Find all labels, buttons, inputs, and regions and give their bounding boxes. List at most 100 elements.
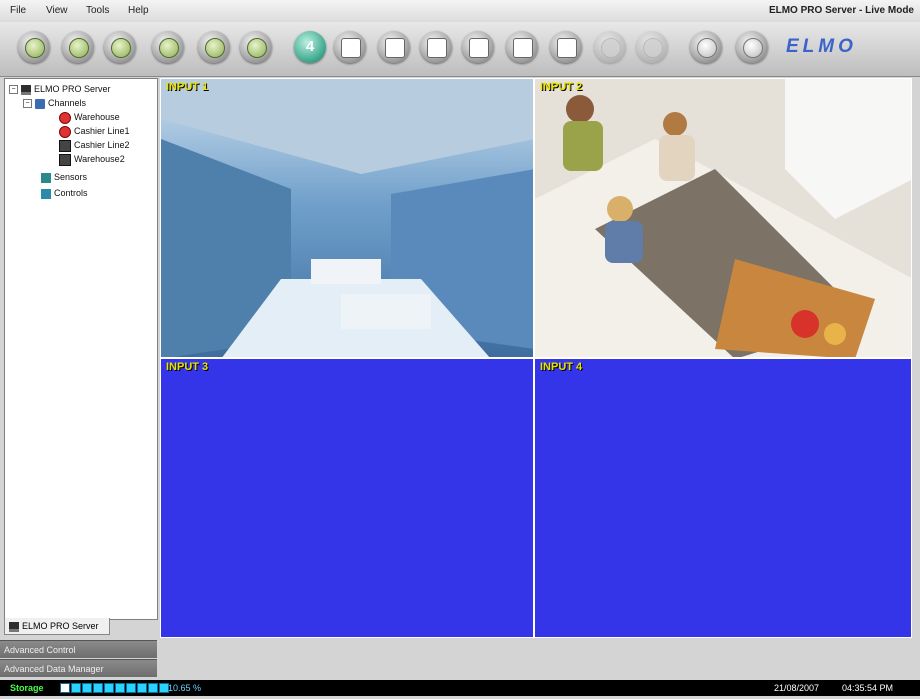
elmo-logo: ELMO [786, 36, 857, 57]
grid-icon [469, 38, 489, 58]
layout-10-button[interactable] [420, 31, 452, 63]
storage-meter [60, 683, 170, 693]
tree-root[interactable]: − ELMO PRO Server [9, 83, 111, 96]
menu-file[interactable]: File [10, 5, 26, 16]
tab-elmo-pro-server[interactable]: ELMO PRO Server [4, 618, 110, 635]
tree-root-label: ELMO PRO Server [34, 84, 111, 94]
grid-icon [427, 38, 447, 58]
tree-channel-warehouse2[interactable]: Warehouse2 [59, 153, 125, 166]
tree-channel-warehouse[interactable]: Warehouse [59, 111, 120, 124]
record-icon [247, 38, 267, 58]
layout-4-label: 4 [305, 38, 315, 55]
tree-channel-label: Warehouse2 [74, 154, 125, 164]
menu-bar: File View Tools Help ELMO PRO Server - L… [0, 0, 920, 23]
panel-advanced-control[interactable]: Advanced Control [0, 640, 157, 658]
storage-segment [115, 683, 125, 693]
collapse-icon[interactable]: − [9, 85, 18, 95]
side-tab-label: ELMO PRO Server [22, 621, 99, 631]
tree-channel-label: Cashier Line1 [74, 126, 130, 136]
layout-4-button[interactable]: 4 [294, 31, 326, 63]
video-cell-label: INPUT 2 [540, 81, 583, 93]
warning-icon [205, 38, 225, 58]
alarm-button[interactable] [198, 31, 230, 63]
tree-channels-label: Channels [48, 98, 87, 108]
gear-icon [111, 38, 131, 58]
toolbar: 4 [0, 22, 920, 77]
video-cell-2[interactable]: INPUT 2 [534, 78, 912, 358]
ptz-move-button[interactable] [690, 31, 722, 63]
warehouse-camera-feed [161, 79, 533, 357]
sensor-icon [41, 172, 51, 183]
video-cell-label: INPUT 3 [166, 361, 209, 373]
target-icon [743, 38, 763, 58]
status-bar: Storage 10.65 % 21/08/2007 04:35:54 PM [0, 680, 920, 696]
storage-percent: 10.65 % [168, 683, 202, 693]
device-tree: − ELMO PRO Server − Channels Warehouse Cas… [4, 78, 158, 620]
storage-segment [60, 683, 70, 693]
camera-button[interactable] [18, 31, 50, 63]
menu-tools[interactable]: Tools [86, 5, 109, 16]
grid-icon [385, 38, 405, 58]
tree-channel-label: Cashier Line2 [74, 140, 130, 150]
menu-view[interactable]: View [46, 5, 68, 16]
camera-icon [25, 38, 45, 58]
storage-segment [71, 683, 81, 693]
video-cell-label: INPUT 1 [166, 81, 209, 93]
layout-6-button[interactable] [334, 31, 366, 63]
video-cell-3[interactable]: INPUT 3 [160, 358, 534, 638]
window-title: ELMO PRO Server - Live Mode [768, 5, 914, 16]
checkout-camera-feed [535, 79, 911, 357]
camera-recording-icon [59, 125, 71, 138]
video-cell-label: INPUT 4 [540, 361, 583, 373]
status-date: 21/08/2007 [774, 683, 820, 693]
grid-icon [557, 38, 577, 58]
settings-button[interactable] [104, 31, 136, 63]
server-icon [9, 621, 19, 632]
menu-help[interactable]: Help [128, 5, 149, 16]
layout-9-button[interactable] [378, 31, 410, 63]
tree-sensors-label: Sensors [54, 172, 88, 182]
server-icon [21, 84, 31, 95]
tree-controls[interactable]: Controls [41, 187, 88, 200]
storage-segment [82, 683, 92, 693]
lock-icon [159, 38, 179, 58]
tree-channel-label: Warehouse [74, 112, 120, 122]
tree-sensors[interactable]: Sensors [41, 171, 87, 184]
grid-icon [341, 38, 361, 58]
camera-icon [59, 139, 71, 152]
storage-segment [104, 683, 114, 693]
storage-segment [148, 683, 158, 693]
storage-segment [126, 683, 136, 693]
folder-icon [35, 98, 45, 109]
layout-13-button[interactable] [462, 31, 494, 63]
video-cell-4[interactable]: INPUT 4 [534, 358, 912, 638]
ptz-zoom-button[interactable] [736, 31, 768, 63]
disabled-button-2 [636, 31, 668, 63]
blank-icon [643, 38, 663, 58]
video-cell-1[interactable]: INPUT 1 [160, 78, 534, 358]
grid-icon [513, 38, 533, 58]
video-grid: INPUT 1 INPUT 2 INPUT 3 INPUT 4 [160, 78, 912, 638]
disabled-button-1 [594, 31, 626, 63]
tree-controls-label: Controls [54, 188, 88, 198]
camera-recording-icon [59, 111, 71, 124]
collapse-icon[interactable]: − [23, 99, 32, 109]
storage-segment [93, 683, 103, 693]
storage-label: Storage [10, 683, 44, 693]
tree-channel-cashier-line1[interactable]: Cashier Line1 [59, 125, 130, 138]
blank-icon [601, 38, 621, 58]
panel-advanced-data-manager[interactable]: Advanced Data Manager [0, 659, 157, 677]
lock-button[interactable] [152, 31, 184, 63]
control-icon [41, 188, 51, 199]
search-button[interactable] [62, 31, 94, 63]
tree-channels[interactable]: − Channels [23, 97, 86, 110]
camera-icon [59, 153, 71, 166]
move-arrows-icon [697, 38, 717, 58]
storage-segment [137, 683, 147, 693]
layout-25-button[interactable] [550, 31, 582, 63]
tree-channel-cashier-line2[interactable]: Cashier Line2 [59, 139, 130, 152]
status-time: 04:35:54 PM [842, 683, 894, 693]
search-icon [69, 38, 89, 58]
record-button[interactable] [240, 31, 272, 63]
layout-16-button[interactable] [506, 31, 538, 63]
